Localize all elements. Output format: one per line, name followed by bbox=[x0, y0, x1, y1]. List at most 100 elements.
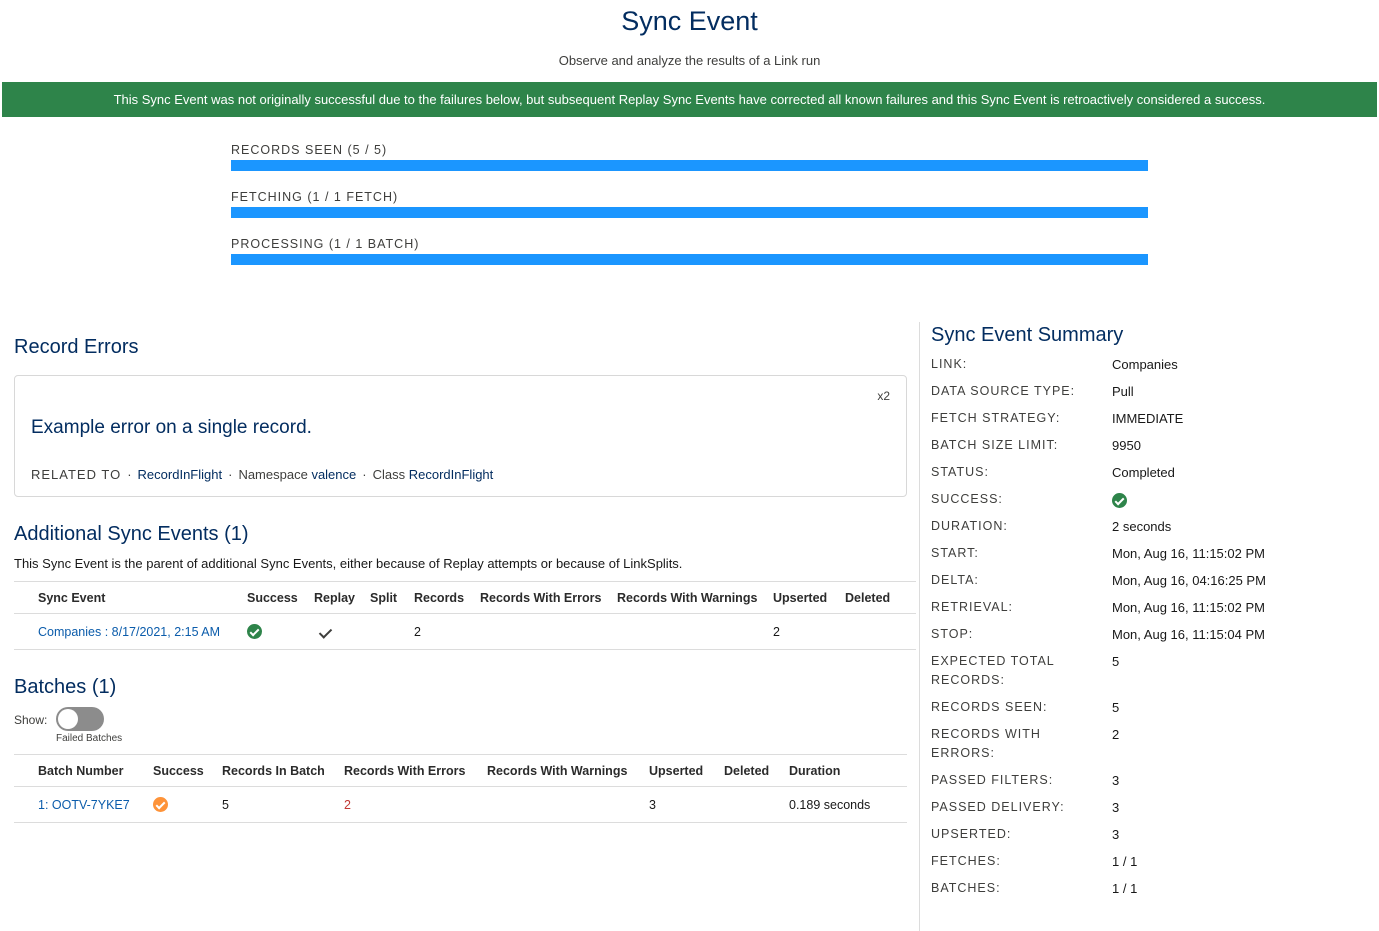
summary-key: LINK: bbox=[931, 357, 968, 371]
toggle-caption: Failed Batches bbox=[56, 733, 123, 744]
summary-key: UPSERTED: bbox=[931, 827, 1012, 841]
progress-records-seen: RECORDS SEEN (5 / 5) bbox=[231, 143, 1148, 171]
related-to-value: RecordInFlight bbox=[137, 467, 223, 482]
col-records-with-warnings[interactable]: Records With Warnings bbox=[617, 581, 773, 614]
table-header-row: Sync Event Success Replay Split Records … bbox=[14, 581, 916, 614]
col-upserted[interactable]: Upserted bbox=[773, 581, 845, 614]
table-row: Companies : 8/17/2021, 2:15 AM 2 2 bbox=[14, 613, 916, 650]
summary-value: 2 bbox=[1112, 727, 1120, 742]
summary-key: DURATION: bbox=[931, 519, 1008, 533]
success-cell bbox=[153, 786, 222, 823]
table-header-row: Batch Number Success Records In Batch Re… bbox=[14, 754, 907, 787]
namespace-value: valence bbox=[311, 467, 357, 482]
summary-value: Mon, Aug 16, 11:15:02 PM bbox=[1112, 600, 1265, 615]
summary-value: Pull bbox=[1112, 384, 1134, 399]
replay-cell bbox=[314, 613, 370, 650]
error-count: x2 bbox=[877, 389, 890, 403]
col-replay[interactable]: Replay bbox=[314, 581, 370, 614]
summary-key: BATCHES: bbox=[931, 881, 1001, 895]
summary-value: 1 / 1 bbox=[1112, 854, 1138, 869]
summary-value: 3 bbox=[1112, 800, 1120, 815]
progress-bar bbox=[231, 160, 1148, 171]
related-to-label: RELATED TO bbox=[31, 467, 122, 482]
failed-batches-toggle[interactable] bbox=[56, 707, 104, 731]
batches-heading: Batches (1) bbox=[14, 676, 117, 698]
progress-label: FETCHING (1 / 1 FETCH) bbox=[231, 190, 399, 204]
deleted-cell bbox=[724, 786, 789, 823]
duration-cell: 0.189 seconds bbox=[789, 786, 907, 823]
summary-success-value bbox=[1112, 490, 1127, 509]
upserted-cell: 2 bbox=[773, 613, 845, 650]
progress-fill bbox=[231, 207, 1148, 218]
summary-value: Mon, Aug 16, 04:16:25 PM bbox=[1112, 573, 1266, 588]
batch-number-link[interactable]: 1: OOTV-7YKE7 bbox=[14, 786, 153, 823]
sync-event-link[interactable]: Companies : 8/17/2021, 2:15 AM bbox=[14, 613, 247, 650]
col-batch-number[interactable]: Batch Number bbox=[14, 754, 153, 787]
summary-value: 9950 bbox=[1112, 438, 1141, 453]
batches-table: Batch Number Success Records In Batch Re… bbox=[14, 754, 907, 823]
toggle-knob bbox=[58, 709, 78, 729]
summary-value: 1 / 1 bbox=[1112, 881, 1138, 896]
records-cell: 2 bbox=[414, 613, 480, 650]
col-success[interactable]: Success bbox=[153, 754, 222, 787]
summary-link-value[interactable]: Companies bbox=[1112, 355, 1178, 374]
col-sync-event[interactable]: Sync Event bbox=[14, 581, 247, 614]
progress-label: RECORDS SEEN (5 / 5) bbox=[231, 143, 388, 157]
col-upserted[interactable]: Upserted bbox=[649, 754, 724, 787]
col-records-with-errors[interactable]: Records With Errors bbox=[344, 754, 487, 787]
summary-value: 2 seconds bbox=[1112, 519, 1172, 534]
warnings-cell bbox=[487, 786, 649, 823]
col-records-with-errors[interactable]: Records With Errors bbox=[480, 581, 617, 614]
split-cell bbox=[370, 613, 414, 650]
records-cell: 5 bbox=[222, 786, 344, 823]
warnings-cell bbox=[617, 613, 773, 650]
col-success[interactable]: Success bbox=[247, 581, 314, 614]
progress-fill bbox=[231, 254, 1148, 265]
summary-key: SUCCESS: bbox=[931, 492, 1003, 506]
show-label: Show: bbox=[14, 713, 48, 727]
summary-key: BATCH SIZE LIMIT: bbox=[931, 438, 1059, 452]
summary-key: STATUS: bbox=[931, 465, 989, 479]
summary-value: 5 bbox=[1112, 654, 1120, 669]
class-value: RecordInFlight bbox=[408, 467, 494, 482]
progress-label: PROCESSING (1 / 1 BATCH) bbox=[231, 237, 420, 251]
col-split[interactable]: Split bbox=[370, 581, 414, 614]
col-deleted[interactable]: Deleted bbox=[724, 754, 789, 787]
summary-key: STOP: bbox=[931, 627, 974, 641]
column-divider bbox=[919, 322, 920, 931]
summary-key: PASSED DELIVERY: bbox=[931, 800, 1065, 814]
progress-fill bbox=[231, 160, 1148, 171]
errors-cell: 2 bbox=[344, 786, 487, 823]
checkmark-icon bbox=[318, 625, 333, 639]
progress-bar bbox=[231, 254, 1148, 265]
summary-value: 3 bbox=[1112, 773, 1120, 788]
error-related: RELATED TO · RecordInFlight · Namespace vale… bbox=[31, 467, 494, 482]
check-circle-green-icon bbox=[247, 624, 262, 640]
progress-bar bbox=[231, 207, 1148, 218]
class-label: Class bbox=[372, 467, 406, 482]
record-error-card: x2 Example error on a single record. REL… bbox=[14, 375, 907, 497]
summary-key: RECORDS WITH ERRORS: bbox=[931, 727, 1041, 760]
summary-value: 3 bbox=[1112, 827, 1120, 842]
col-records-in-batch[interactable]: Records In Batch bbox=[222, 754, 344, 787]
summary-key: DELTA: bbox=[931, 573, 979, 587]
summary-key: FETCHES: bbox=[931, 854, 1001, 868]
summary-key: RECORDS SEEN: bbox=[931, 700, 1048, 714]
summary-value: Completed bbox=[1112, 465, 1175, 480]
progress-fetching: FETCHING (1 / 1 FETCH) bbox=[231, 190, 1148, 218]
summary-key: DATA SOURCE TYPE: bbox=[931, 384, 1076, 398]
col-records[interactable]: Records bbox=[414, 581, 480, 614]
col-duration[interactable]: Duration bbox=[789, 754, 907, 787]
summary-key: START: bbox=[931, 546, 979, 560]
col-records-with-warnings[interactable]: Records With Warnings bbox=[487, 754, 649, 787]
error-message: Example error on a single record. bbox=[31, 417, 312, 438]
deleted-cell bbox=[845, 613, 916, 650]
col-deleted[interactable]: Deleted bbox=[845, 581, 916, 614]
summary-value: 5 bbox=[1112, 700, 1120, 715]
summary-key: PASSED FILTERS: bbox=[931, 773, 1054, 787]
progress-processing: PROCESSING (1 / 1 BATCH) bbox=[231, 237, 1148, 265]
upserted-cell: 3 bbox=[649, 786, 724, 823]
errors-cell bbox=[480, 613, 617, 650]
namespace-label: Namespace bbox=[238, 467, 308, 482]
page-title: Sync Event bbox=[621, 6, 758, 36]
